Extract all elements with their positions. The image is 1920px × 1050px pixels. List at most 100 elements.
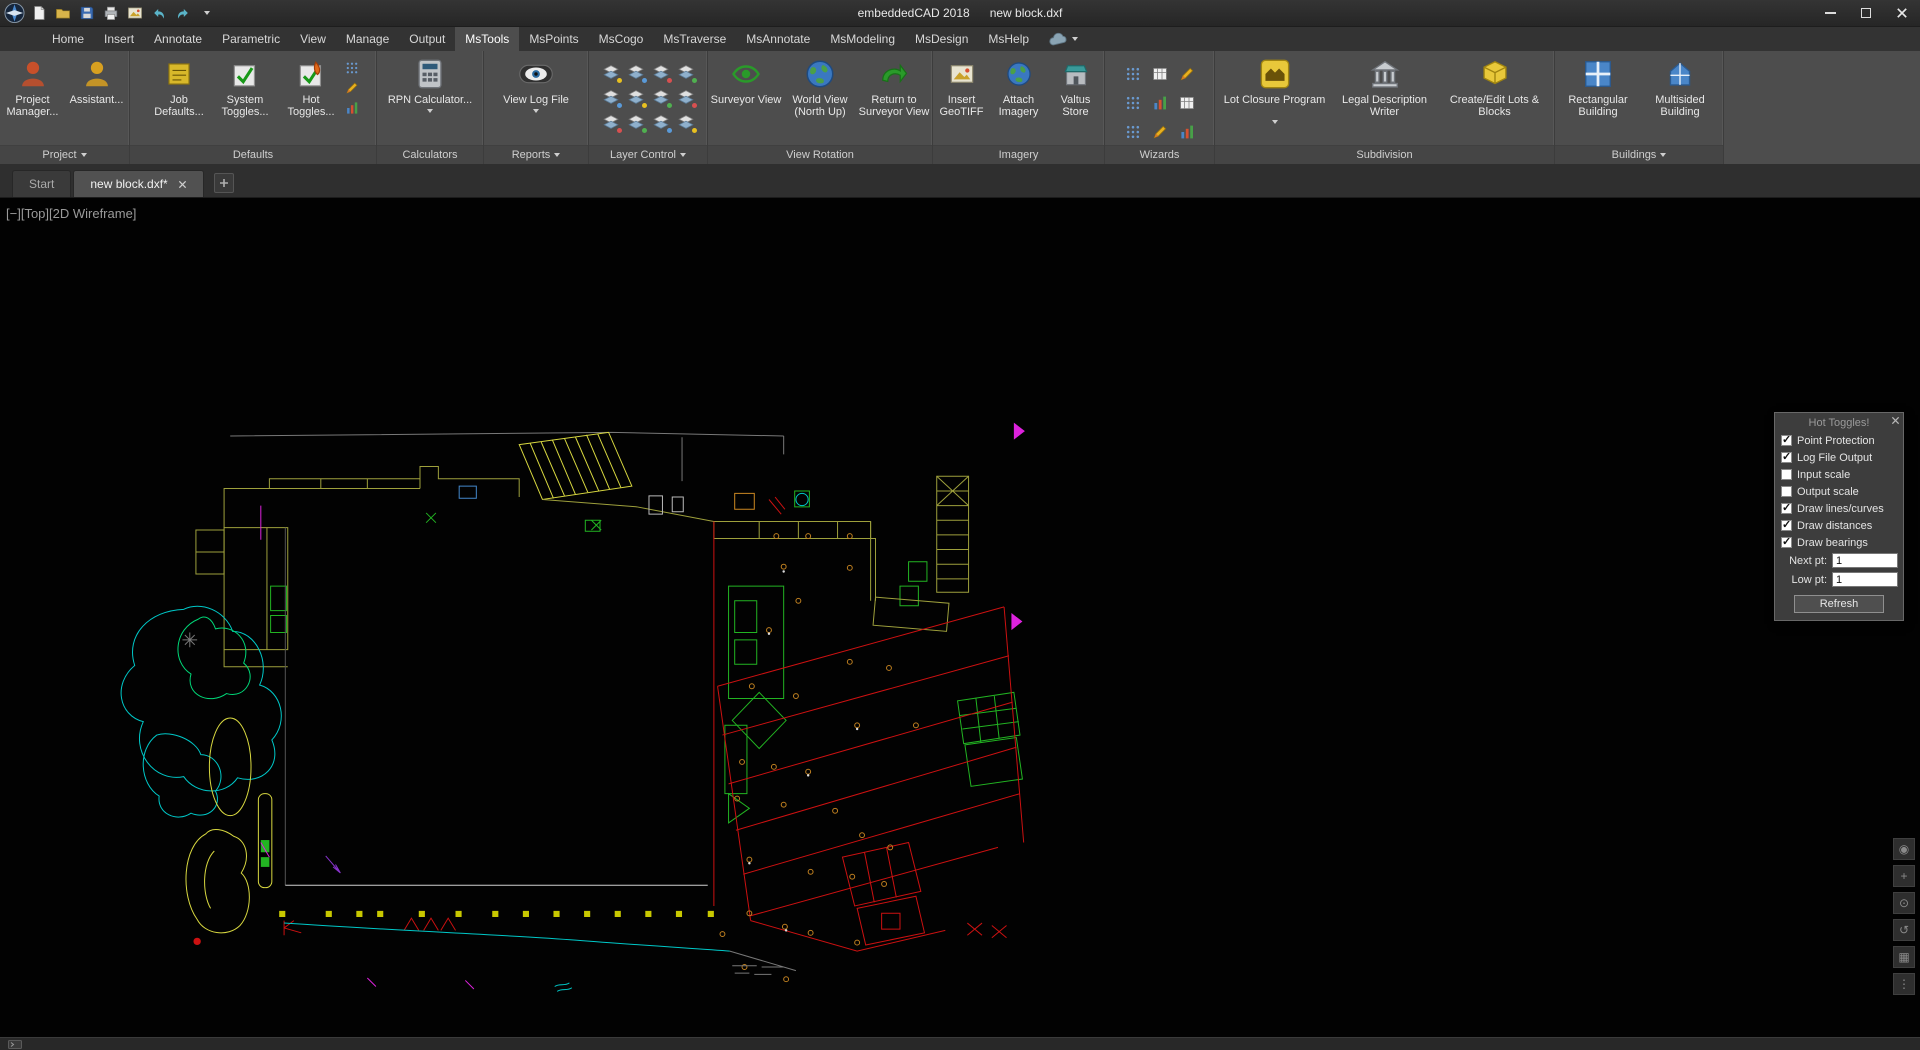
checkbox[interactable] — [1781, 501, 1792, 514]
wizard-chart-icon[interactable] — [1148, 90, 1172, 116]
panel-label-layer-control[interactable]: Layer Control — [589, 145, 707, 164]
pan-icon[interactable]: + — [1893, 865, 1915, 887]
plot-icon[interactable] — [124, 3, 145, 24]
maximize-button[interactable] — [1848, 0, 1884, 26]
drawing-viewport[interactable]: [−] [Top] [2D Wireframe] Hot Toggles! Po… — [0, 197, 1920, 1050]
new-tab-button[interactable] — [213, 173, 234, 193]
panel-label-buildings[interactable]: Buildings — [1555, 145, 1723, 164]
connect-cloud-icon[interactable] — [1039, 27, 1087, 51]
checkbox[interactable] — [1781, 535, 1792, 548]
tab-msdesign[interactable]: MsDesign — [905, 27, 978, 51]
split-dropdown-icon[interactable] — [533, 109, 539, 113]
tab-output[interactable]: Output — [399, 27, 455, 51]
palette-close-icon[interactable] — [1891, 416, 1900, 425]
panel-label-reports[interactable]: Reports — [484, 145, 588, 164]
tab-manage[interactable]: Manage — [336, 27, 399, 51]
orbit-icon[interactable]: ↺ — [1893, 919, 1915, 941]
tab-mshelp[interactable]: MsHelp — [978, 27, 1039, 51]
attach-imagery-button[interactable]: Attach Imagery — [991, 55, 1046, 118]
view-log-file-button[interactable]: View Log File — [486, 55, 586, 113]
rpn-calculator-button[interactable]: RPN Calculator... — [383, 55, 478, 113]
viewport-visual-style-control[interactable]: [2D Wireframe] — [49, 206, 136, 221]
refresh-button[interactable]: Refresh — [1794, 595, 1884, 613]
multisided-building-button[interactable]: Multisided Building — [1640, 55, 1720, 118]
layer-tool-icon[interactable] — [625, 61, 647, 83]
job-defaults-button[interactable]: Job Defaults... — [147, 55, 211, 118]
minimize-button[interactable] — [1812, 0, 1848, 26]
tab-mstraverse[interactable]: MsTraverse — [653, 27, 736, 51]
open-file-icon[interactable] — [52, 3, 73, 24]
panel-label-project[interactable]: Project — [0, 145, 129, 164]
toggle-input-scale[interactable]: Input scale — [1775, 466, 1903, 483]
defaults-points-icon[interactable] — [345, 61, 359, 75]
steering-wheel-icon[interactable]: ◉ — [1893, 838, 1915, 860]
new-file-icon[interactable] — [28, 3, 49, 24]
layer-tool-icon[interactable] — [625, 111, 647, 133]
assistant-button[interactable]: Assistant... — [66, 55, 128, 118]
toggle-draw-lines-curves[interactable]: Draw lines/curves — [1775, 500, 1903, 517]
zoom-icon[interactable]: ⊙ — [1893, 892, 1915, 914]
file-tab-document[interactable]: new block.dxf* — [73, 170, 204, 197]
checkbox[interactable] — [1781, 433, 1792, 446]
qat-customize-icon[interactable] — [196, 3, 217, 24]
panel-label-defaults[interactable]: Defaults — [130, 145, 376, 164]
panel-label-view-rotation[interactable]: View Rotation — [708, 145, 932, 164]
toggle-draw-bearings[interactable]: Draw bearings — [1775, 534, 1903, 551]
next-pt-input[interactable] — [1832, 553, 1898, 568]
wizard-edit-icon[interactable] — [1148, 119, 1172, 145]
close-tab-icon[interactable] — [178, 180, 187, 189]
tab-mspoints[interactable]: MsPoints — [519, 27, 588, 51]
layer-tool-icon[interactable] — [600, 111, 622, 133]
tab-msmodeling[interactable]: MsModeling — [820, 27, 905, 51]
wizard-table-icon[interactable] — [1175, 90, 1199, 116]
wizard-chart-icon[interactable] — [1175, 119, 1199, 145]
wizard-points-icon[interactable] — [1121, 61, 1145, 87]
layer-tool-icon[interactable] — [625, 86, 647, 108]
checkbox[interactable] — [1781, 518, 1792, 531]
tab-parametric[interactable]: Parametric — [212, 27, 290, 51]
insert-geotiff-button[interactable]: Insert GeoTIFF — [934, 55, 989, 118]
wizard-points-icon[interactable] — [1121, 90, 1145, 116]
toggle-log-file-output[interactable]: Log File Output — [1775, 449, 1903, 466]
layer-tool-icon[interactable] — [650, 111, 672, 133]
palette-title-bar[interactable]: Hot Toggles! — [1775, 413, 1903, 432]
rectangular-building-button[interactable]: Rectangular Building — [1558, 55, 1638, 118]
panel-label-subdivision[interactable]: Subdivision — [1215, 145, 1554, 164]
layer-tool-icon[interactable] — [675, 86, 697, 108]
panel-label-wizards[interactable]: Wizards — [1105, 145, 1214, 164]
world-view-button[interactable]: World View (North Up) — [784, 55, 856, 118]
tab-mscogo[interactable]: MsCogo — [589, 27, 654, 51]
tab-insert[interactable]: Insert — [94, 27, 144, 51]
toggle-draw-distances[interactable]: Draw distances — [1775, 517, 1903, 534]
redo-icon[interactable] — [172, 3, 193, 24]
layer-tool-icon[interactable] — [600, 86, 622, 108]
file-tab-start[interactable]: Start — [12, 170, 72, 197]
wizard-table-icon[interactable] — [1148, 61, 1172, 87]
toggle-point-protection[interactable]: Point Protection — [1775, 432, 1903, 449]
tab-mstools[interactable]: MsTools — [455, 27, 520, 51]
low-pt-input[interactable] — [1832, 572, 1898, 587]
panel-label-imagery[interactable]: Imagery — [933, 145, 1104, 164]
legal-description-writer-button[interactable]: Legal Description Writer — [1331, 55, 1439, 118]
layer-tool-icon[interactable] — [650, 86, 672, 108]
checkbox[interactable] — [1781, 450, 1792, 463]
layer-tool-icon[interactable] — [675, 111, 697, 133]
tab-annotate[interactable]: Annotate — [144, 27, 212, 51]
tab-msannotate[interactable]: MsAnnotate — [736, 27, 820, 51]
layer-tool-icon[interactable] — [600, 61, 622, 83]
defaults-edit-icon[interactable] — [345, 81, 359, 95]
valtus-store-button[interactable]: Valtus Store — [1048, 55, 1103, 118]
return-to-surveyor-view-button[interactable]: Return to Surveyor View — [858, 55, 930, 118]
tab-home[interactable]: Home — [42, 27, 94, 51]
system-toggles-button[interactable]: System Toggles... — [213, 55, 277, 118]
project-manager-button[interactable]: Project Manager... — [2, 55, 64, 118]
surveyor-view-button[interactable]: Surveyor View — [710, 55, 782, 118]
save-icon[interactable] — [76, 3, 97, 24]
more-icon[interactable]: ⋮ — [1893, 973, 1915, 995]
create-edit-lots-blocks-button[interactable]: Create/Edit Lots & Blocks — [1441, 55, 1549, 118]
layer-tool-icon[interactable] — [650, 61, 672, 83]
command-line-edge[interactable] — [0, 1037, 1920, 1050]
print-icon[interactable] — [100, 3, 121, 24]
defaults-chart-icon[interactable] — [345, 101, 359, 115]
toggle-output-scale[interactable]: Output scale — [1775, 483, 1903, 500]
